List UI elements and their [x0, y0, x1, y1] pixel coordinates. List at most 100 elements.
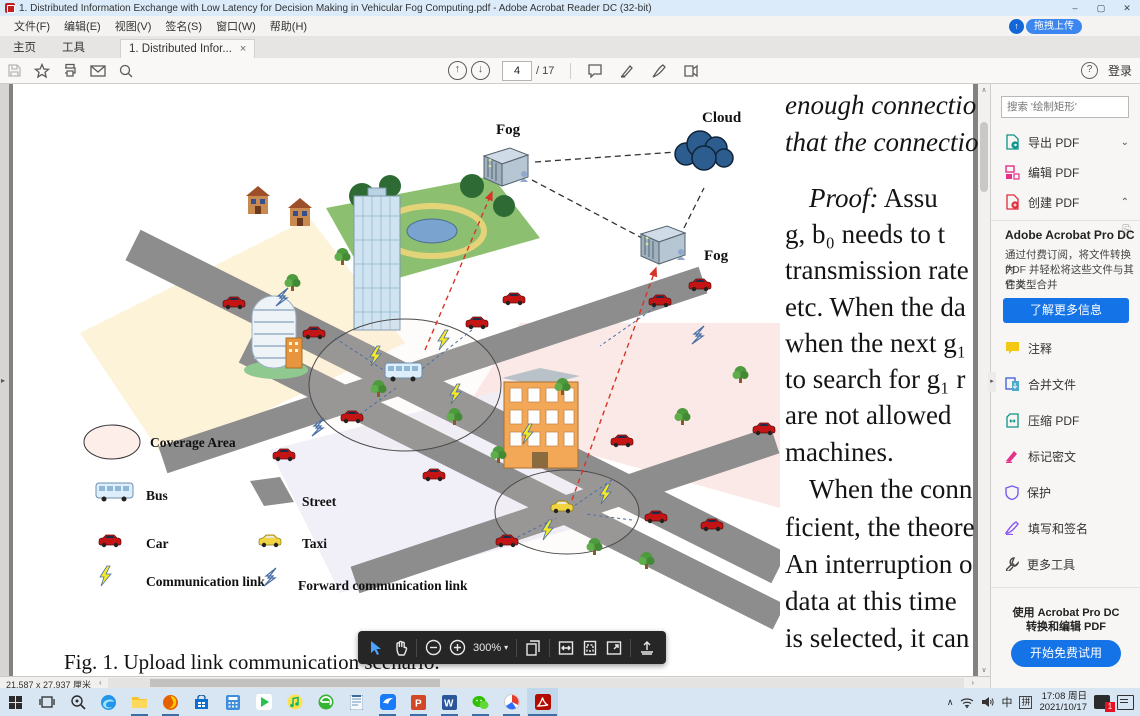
chevron-down-icon[interactable]: ⌄: [1121, 137, 1129, 148]
menu-window[interactable]: 窗口(W): [216, 18, 256, 34]
menu-view[interactable]: 视图(V): [115, 18, 152, 34]
promo-desc-line: 件类型合并: [1005, 277, 1058, 292]
search-taskbar-icon[interactable]: [62, 688, 93, 716]
page-total: / 17: [536, 65, 554, 77]
zoom-caret-icon: ▾: [504, 643, 508, 652]
action-center-icon[interactable]: [1117, 695, 1134, 710]
horizontal-scroll-thumb[interactable]: [150, 679, 440, 687]
stamp-icon[interactable]: [677, 60, 705, 82]
zoom-in-icon[interactable]: [445, 636, 469, 660]
search-icon[interactable]: [112, 60, 140, 82]
sidebar-item-edit-pdf[interactable]: 编辑 PDF: [991, 158, 1140, 186]
netdisk-icon[interactable]: [496, 688, 527, 716]
help-icon[interactable]: ?: [1081, 62, 1098, 79]
learn-more-button[interactable]: 了解更多信息: [1003, 298, 1129, 323]
volume-icon[interactable]: [981, 696, 994, 708]
menu-file[interactable]: 文件(F): [14, 18, 50, 34]
powerpoint-icon[interactable]: P: [403, 688, 434, 716]
scroll-right-icon[interactable]: ›: [971, 678, 974, 687]
main-toolbar: ↑ ↓ / 17 ? 登录: [0, 58, 1140, 84]
clock[interactable]: 17:08 周日 2021/10/17: [1039, 691, 1087, 713]
wifi-icon[interactable]: [960, 697, 974, 708]
sidebar-item-more-tools[interactable]: 更多工具: [991, 550, 1140, 578]
fit-page-icon[interactable]: [578, 636, 602, 660]
email-icon[interactable]: [84, 60, 112, 82]
pdf-text-line: transmission rate: [785, 255, 981, 289]
navigation-pane-strip[interactable]: ▸: [0, 84, 9, 676]
chevron-up-icon[interactable]: ⌃: [1121, 197, 1129, 208]
notification-icon[interactable]: 1: [1094, 695, 1110, 709]
scroll-up-icon[interactable]: ∧: [978, 86, 990, 94]
ime-mode-indicator[interactable]: 拼: [1019, 696, 1032, 709]
sidebar-item-protect[interactable]: 保护: [991, 478, 1140, 506]
wechat-icon[interactable]: [465, 688, 496, 716]
calculator-icon[interactable]: [217, 688, 248, 716]
edge-icon[interactable]: [93, 688, 124, 716]
sidebar-item-redact[interactable]: 标记密文: [991, 442, 1140, 470]
fit-width-icon[interactable]: [554, 636, 578, 660]
sidebar-collapse-arrow[interactable]: ▸: [988, 372, 996, 392]
select-tool-icon[interactable]: [364, 636, 388, 660]
sign-pen-icon[interactable]: [645, 60, 673, 82]
horizontal-scrollbar[interactable]: [108, 678, 964, 688]
coverage-area-bus: [309, 319, 501, 451]
tab-home[interactable]: 主页: [0, 36, 49, 58]
previous-page-button[interactable]: ↑: [448, 61, 467, 80]
pdf-text-line: g, b₀ needs to t: [785, 219, 981, 253]
sidebar-item-combine-files[interactable]: 合并文件: [991, 370, 1140, 398]
sidebar-item-fill-sign[interactable]: 填写和签名: [991, 514, 1140, 542]
scroll-down-icon[interactable]: ∨: [978, 666, 990, 674]
title-bar: 1. Distributed Information Exchange with…: [0, 0, 1140, 16]
start-button[interactable]: [0, 688, 31, 716]
acrobat-taskbar-icon[interactable]: [527, 688, 558, 716]
zoom-level-dropdown[interactable]: 300% ▾: [473, 642, 508, 654]
vertical-scroll-thumb[interactable]: [980, 122, 988, 192]
save-icon[interactable]: [0, 60, 28, 82]
tab-close-icon[interactable]: ×: [240, 43, 246, 55]
clipboard-icon: ⎘: [1122, 224, 1131, 237]
tools-search-input[interactable]: [1001, 96, 1129, 118]
menu-sign[interactable]: 签名(S): [165, 18, 202, 34]
menu-edit[interactable]: 编辑(E): [64, 18, 101, 34]
houses: [246, 186, 312, 226]
next-page-button[interactable]: ↓: [471, 61, 490, 80]
drag-upload-widget[interactable]: ↑ 拖拽上传: [1009, 19, 1082, 34]
qq-music-icon[interactable]: [279, 688, 310, 716]
minimize-button[interactable]: –: [1062, 0, 1088, 16]
video-player-icon[interactable]: [248, 688, 279, 716]
page-number-input[interactable]: [502, 61, 532, 81]
zoom-out-icon[interactable]: [421, 636, 445, 660]
star-icon[interactable]: [28, 60, 56, 82]
thunder-icon[interactable]: [372, 688, 403, 716]
scroll-left-icon[interactable]: ‹: [99, 678, 102, 687]
nav-expand-icon[interactable]: ▸: [1, 376, 5, 385]
tab-document[interactable]: 1. Distributed Infor... ×: [120, 39, 255, 58]
tab-tools[interactable]: 工具: [49, 36, 98, 58]
notepad-icon[interactable]: [341, 688, 372, 716]
word-icon[interactable]: W: [434, 688, 465, 716]
comment-icon[interactable]: [581, 60, 609, 82]
print-icon[interactable]: [56, 60, 84, 82]
sign-in-button[interactable]: 登录: [1108, 62, 1132, 79]
page-view-icon[interactable]: [521, 636, 545, 660]
maximize-button[interactable]: ▢: [1088, 0, 1114, 16]
sidebar-item-export-pdf[interactable]: 导出 PDF ⌄: [991, 128, 1140, 156]
menu-help[interactable]: 帮助(H): [270, 18, 307, 34]
share-upload-icon[interactable]: [635, 636, 659, 660]
sidebar-item-create-pdf[interactable]: 创建 PDF ⌃: [991, 188, 1140, 216]
green-browser-icon[interactable]: [310, 688, 341, 716]
sidebar-item-comment[interactable]: 注释: [991, 334, 1140, 362]
drag-upload-label: 拖拽上传: [1026, 19, 1082, 34]
hand-tool-icon[interactable]: [388, 636, 412, 660]
sidebar-item-compress-pdf[interactable]: 压缩 PDF: [991, 406, 1140, 434]
tray-expand-icon[interactable]: ∧: [947, 697, 954, 708]
firefox-icon[interactable]: [155, 688, 186, 716]
highlighter-icon[interactable]: [613, 60, 641, 82]
free-trial-button[interactable]: 开始免费试用: [1011, 640, 1121, 667]
task-view-button[interactable]: [31, 688, 62, 716]
fullscreen-icon[interactable]: [602, 636, 626, 660]
ms-store-icon[interactable]: [186, 688, 217, 716]
close-button[interactable]: ✕: [1114, 0, 1140, 16]
ime-language-indicator[interactable]: 中: [1001, 694, 1012, 710]
file-explorer-icon[interactable]: [124, 688, 155, 716]
